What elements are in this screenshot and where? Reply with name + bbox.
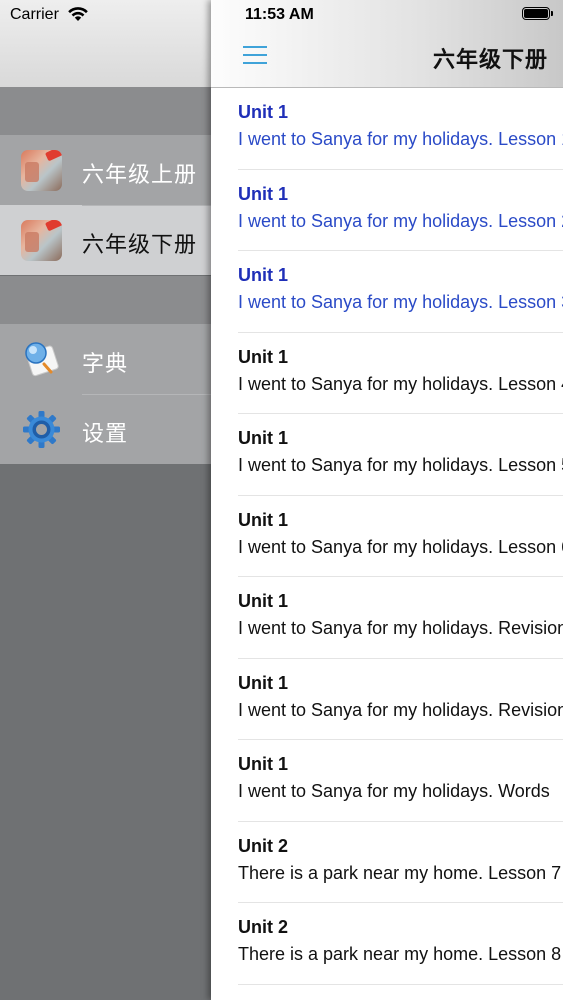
dictionary-icon [25, 342, 59, 377]
navigation-bar: 11:53 AM 六年级下册 [211, 0, 563, 88]
lesson-title: I went to Sanya for my holidays. Words [238, 781, 550, 801]
list-item[interactable]: Unit 1 I went to Sanya for my holidays. L… [238, 251, 563, 333]
menu-item-book-2[interactable]: 六年级下册 [0, 205, 212, 275]
lesson-title: I went to Sanya for my holidays. Lesson … [238, 210, 563, 231]
gear-icon [23, 411, 60, 448]
book-cover-icon [21, 220, 62, 261]
lesson-title: I went to Sanya for my holidays. Lesson … [238, 373, 563, 394]
menu-item-dictionary[interactable]: 字典 [0, 324, 212, 394]
list-item[interactable]: Unit 1 I went to Sanya for my holidays. L… [238, 496, 563, 577]
list-item[interactable]: Unit 1 I went to Sanya for my holidays. L… [238, 333, 563, 414]
menu-item-settings[interactable]: 设置 [0, 394, 212, 464]
menu-item-label: 六年级下册 [82, 233, 198, 258]
list-item[interactable]: Unit 1 I went to Sanya for my holidays. L… [238, 88, 563, 170]
list-item[interactable]: Unit 1 I went to Sanya for my holidays. R… [238, 577, 563, 659]
lesson-unit: Unit 1 [238, 346, 289, 367]
list-item[interactable]: Unit 1 I went to Sanya for my holidays. R… [238, 659, 563, 740]
lesson-unit: Unit 1 [238, 509, 289, 530]
page-title: 六年级下册 [433, 48, 549, 73]
lesson-title: I went to Sanya for my holidays. Revisio… [238, 618, 563, 638]
list-item[interactable]: Unit 1 I went to Sanya for my holidays. L… [238, 170, 563, 251]
book-list: 六年级上册六年级下册 [0, 135, 212, 275]
lesson-title: There is a park near my home. Lesson 8 [238, 944, 562, 964]
list-item[interactable]: Unit 1 I went to Sanya for my holidays. L… [238, 414, 563, 496]
menu-item-icon [21, 339, 62, 380]
carrier-label: Carrier [10, 6, 59, 23]
main-panel: 11:53 AM 六年级下册 Unit 1 I went to Sanya for… [211, 0, 563, 1000]
lesson-title: I went to Sanya for my holidays. Lesson … [238, 129, 563, 149]
menu-section-spacer [0, 87, 212, 135]
menu-item-book-1[interactable]: 六年级上册 [0, 135, 212, 205]
book-cover-icon [21, 150, 62, 191]
lesson-title: There is a park near my home. Lesson 7 [238, 862, 562, 883]
lesson-title: I went to Sanya for my holidays. Revisio… [238, 699, 563, 720]
lesson-list: Unit 1 I went to Sanya for my holidays. L… [211, 88, 563, 985]
lesson-title: I went to Sanya for my holidays. Lesson … [238, 292, 563, 312]
lesson-unit: Unit 1 [238, 102, 289, 122]
menu-item-label: 字典 [82, 352, 129, 377]
list-item[interactable]: Unit 2 There is a park near my home. Less… [238, 822, 563, 903]
status-time: 11:53 AM [245, 6, 314, 23]
lesson-unit: Unit 2 [238, 835, 289, 856]
battery-icon [522, 7, 553, 20]
lesson-title: I went to Sanya for my holidays. Lesson … [238, 455, 563, 475]
menu-item-label: 六年级上册 [82, 163, 198, 188]
lesson-unit: Unit 1 [238, 672, 289, 693]
wifi-icon [68, 7, 88, 21]
menu-section-spacer [0, 276, 212, 324]
lesson-unit: Unit 1 [238, 183, 289, 204]
lesson-unit: Unit 2 [238, 917, 289, 937]
list-item[interactable]: Unit 2 There is a park near my home. Less… [238, 903, 563, 985]
lesson-unit: Unit 1 [238, 591, 289, 611]
tools-list: 字典 设置 [0, 324, 212, 464]
menu-status-bar: Carrier [0, 0, 212, 87]
list-item[interactable]: Unit 1 I went to Sanya for my holidays. W… [238, 740, 563, 822]
menu-item-icon [21, 150, 62, 191]
menu-item-icon [21, 409, 62, 450]
lesson-title: I went to Sanya for my holidays. Lesson … [238, 536, 563, 557]
side-menu: Carrier 六年级上册六年级下册 字典设置 [0, 0, 212, 1000]
lesson-unit: Unit 1 [238, 265, 289, 285]
lesson-unit: Unit 1 [238, 428, 289, 448]
lesson-unit: Unit 1 [238, 754, 289, 774]
menu-item-icon [21, 220, 62, 261]
hamburger-icon[interactable] [243, 44, 267, 66]
menu-item-label: 设置 [82, 422, 129, 447]
